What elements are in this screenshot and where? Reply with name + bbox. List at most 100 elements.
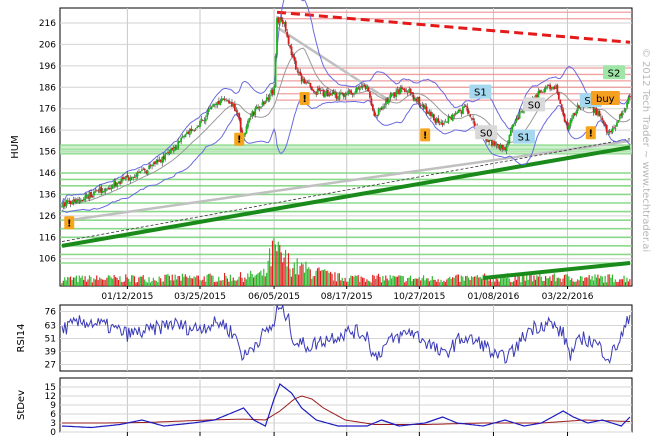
volume-bar xyxy=(235,280,237,286)
volume-bar xyxy=(524,280,526,286)
candle-body xyxy=(75,200,78,203)
volume-bar xyxy=(343,281,345,286)
volume-bar xyxy=(444,281,446,286)
volume-bar xyxy=(380,282,383,286)
volume-bar xyxy=(494,281,496,286)
candle-body xyxy=(303,78,306,84)
volume-bar xyxy=(385,275,387,286)
volume-bar xyxy=(393,276,396,286)
volume-bar xyxy=(585,277,587,286)
volume-bar xyxy=(138,277,140,286)
volume-bar xyxy=(129,281,131,286)
volume-bar xyxy=(405,281,407,286)
volume-bar xyxy=(353,276,355,286)
candle-body xyxy=(624,108,627,111)
volume-bar xyxy=(85,281,88,286)
candle-body xyxy=(248,117,251,122)
volume-bar xyxy=(404,282,406,286)
volume-bar xyxy=(88,275,91,286)
volume-bar xyxy=(399,275,401,286)
volume-bar xyxy=(623,275,625,286)
candle-body xyxy=(207,108,210,112)
volume-bar xyxy=(305,261,307,286)
candle-body xyxy=(501,144,504,150)
volume-bar xyxy=(146,282,149,286)
volume-bar xyxy=(418,277,420,286)
volume-bar xyxy=(341,277,343,286)
volume-bar xyxy=(178,276,181,286)
candle-body xyxy=(512,125,515,127)
volume-bar xyxy=(582,280,584,286)
level-tag-label: S1 xyxy=(518,133,531,144)
price-tick-label: 176 xyxy=(39,105,56,115)
volume-bar xyxy=(322,270,324,286)
volume-bar xyxy=(481,278,483,286)
volume-bar xyxy=(295,274,297,286)
volume-bar xyxy=(529,274,531,286)
volume-bar xyxy=(160,278,162,286)
volume-bar xyxy=(359,281,361,286)
volume-bar xyxy=(421,277,423,286)
signal-marker-label: ! xyxy=(302,94,307,105)
x-tick-label: 10/27/2015 xyxy=(393,292,445,302)
volume-bar xyxy=(74,277,76,286)
price-tick-label: 206 xyxy=(39,40,56,50)
volume-bar xyxy=(502,278,505,286)
volume-bar xyxy=(547,278,550,286)
volume-bar xyxy=(511,282,513,286)
volume-bar xyxy=(231,280,233,286)
volume-bar xyxy=(266,272,268,286)
volume-bar xyxy=(505,277,507,286)
candle-body xyxy=(168,153,171,154)
volume-bar xyxy=(454,275,457,286)
volume-bar xyxy=(209,273,211,286)
volume-bar xyxy=(94,279,96,286)
volume-bar xyxy=(144,279,146,286)
volume-bar xyxy=(478,277,480,286)
candle-body xyxy=(268,94,271,101)
volume-bar xyxy=(468,277,470,286)
signal-marker-label: ! xyxy=(67,218,72,229)
volume-bar xyxy=(569,280,571,286)
volume-bar xyxy=(436,281,438,286)
price-tick-label: 216 xyxy=(39,19,56,29)
candle-body xyxy=(180,138,183,142)
chart-root: 01/12/2015 03/25/2015 06/05/2015 08/17/2015… xyxy=(0,0,657,448)
volume-bar xyxy=(408,277,410,286)
candle-body xyxy=(559,99,562,104)
volume-bar xyxy=(315,270,317,286)
volume-bar xyxy=(433,279,435,286)
candle-body xyxy=(164,154,167,160)
volume-bar xyxy=(348,278,351,286)
volume-bar xyxy=(430,280,432,286)
volume-bar xyxy=(357,275,359,286)
volume-bar xyxy=(420,280,422,286)
volume-bar xyxy=(392,275,394,286)
volume-bar xyxy=(614,279,616,286)
x-tick-label: 01/12/2015 xyxy=(101,292,153,302)
volume-bar xyxy=(299,265,301,286)
candle-body xyxy=(143,168,146,171)
volume-bar xyxy=(115,276,117,286)
candle-body xyxy=(438,123,441,125)
volume-bar xyxy=(590,279,592,286)
candle-body xyxy=(287,35,290,45)
volume-bar xyxy=(116,277,118,286)
price-tick-label: 196 xyxy=(39,62,56,72)
volume-bar xyxy=(258,272,260,286)
candle-body xyxy=(254,108,257,115)
volume-bar xyxy=(325,270,327,286)
volume-bar xyxy=(65,280,67,286)
volume-bar xyxy=(562,278,564,286)
volume-bar xyxy=(520,282,522,286)
candle-body xyxy=(611,128,614,133)
candle-body xyxy=(505,146,508,151)
volume-bar xyxy=(327,270,329,286)
volume-bar xyxy=(334,272,336,286)
volume-bar xyxy=(132,275,134,286)
level-tag-label: S2 xyxy=(608,68,621,79)
candle-body xyxy=(65,200,68,207)
volume-bar xyxy=(141,276,143,286)
volume-bar xyxy=(556,277,558,286)
volume-bar xyxy=(234,280,236,286)
